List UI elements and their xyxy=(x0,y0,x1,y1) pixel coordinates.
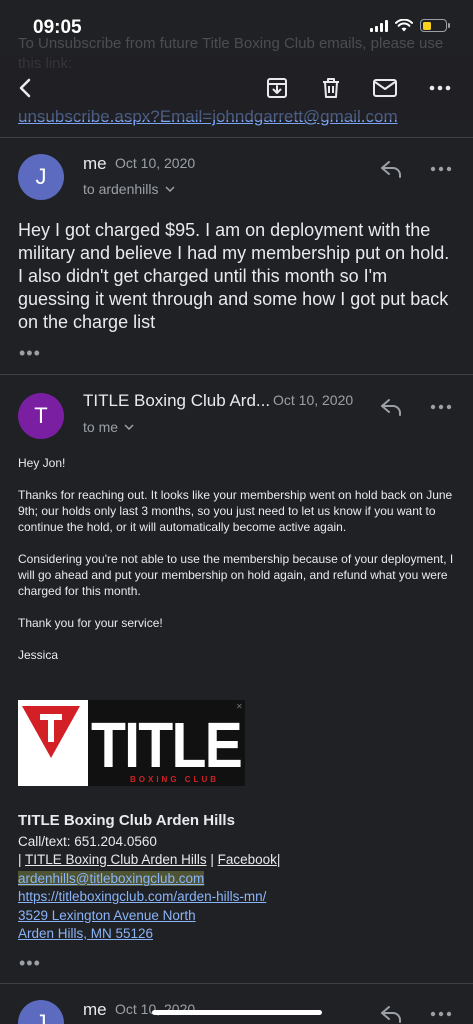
separator: | xyxy=(276,852,281,867)
club-link[interactable]: TITLE Boxing Club Arden Hills xyxy=(25,852,207,867)
reply-button[interactable] xyxy=(375,391,407,423)
avatar: J xyxy=(18,154,64,200)
signature-links: | TITLE Boxing Club Arden Hills | Facebo… xyxy=(18,851,458,870)
delete-button[interactable] xyxy=(315,72,347,104)
message-more-button[interactable] xyxy=(425,998,457,1024)
email-link[interactable]: ardenhills@titleboxingclub.com xyxy=(18,870,205,886)
more-vertical-icon xyxy=(429,85,451,91)
reply-button[interactable] xyxy=(375,998,407,1024)
message-date: Oct 10, 2020 xyxy=(115,155,196,171)
more-icon xyxy=(430,1011,452,1017)
status-time: 09:05 xyxy=(33,17,82,38)
back-arrow-icon xyxy=(19,78,31,98)
wifi-icon xyxy=(395,19,413,32)
message-more-button[interactable] xyxy=(425,153,457,185)
separator: | xyxy=(206,852,218,867)
message-more-button[interactable] xyxy=(425,391,457,423)
archive-icon xyxy=(267,78,287,98)
recipient-dropdown[interactable]: to ardenhills xyxy=(83,181,175,197)
battery-icon xyxy=(420,19,450,32)
reply-button[interactable] xyxy=(375,153,407,185)
sender-name: me xyxy=(83,154,107,173)
logo-wordmark: TITLE xyxy=(91,709,241,781)
reply-icon xyxy=(381,161,401,178)
show-quoted-button[interactable]: ••• xyxy=(19,953,41,974)
sender-name: me xyxy=(83,1000,107,1019)
message-date: Oct 10, 2020 xyxy=(273,392,354,408)
chevron-down-icon xyxy=(164,186,175,192)
message-body: Hey I got charged $95. I am on deploymen… xyxy=(18,220,450,332)
website-link[interactable]: https://titleboxingclub.com/arden-hills-… xyxy=(18,889,266,904)
recipient-label: to ardenhills xyxy=(83,181,159,197)
more-icon xyxy=(430,166,452,172)
reply-icon xyxy=(381,1006,401,1023)
divider xyxy=(0,374,473,375)
recipient-dropdown[interactable]: to me xyxy=(83,419,134,435)
trash-icon xyxy=(323,78,339,98)
mail-icon xyxy=(373,79,397,97)
paragraph: Considering you're not able to use the m… xyxy=(18,552,454,598)
chevron-down-icon xyxy=(124,424,134,430)
message-body: Hey Jon! Thanks for reaching out. It loo… xyxy=(18,455,458,679)
reply-icon xyxy=(381,399,401,416)
archive-button[interactable] xyxy=(261,72,293,104)
home-indicator xyxy=(152,1010,322,1015)
greeting: Hey Jon! xyxy=(18,456,66,470)
divider xyxy=(0,137,473,138)
recipient-label: to me xyxy=(83,419,119,435)
back-button[interactable] xyxy=(10,72,42,104)
signal-icon xyxy=(370,19,388,32)
divider xyxy=(0,983,473,984)
show-quoted-button[interactable]: ••• xyxy=(19,343,41,364)
facebook-link[interactable]: Facebook xyxy=(218,852,277,867)
address-link-line1[interactable]: 3529 Lexington Avenue North xyxy=(18,908,196,923)
signature-phone: Call/text: 651.204.0560 xyxy=(18,833,157,849)
signoff: Jessica xyxy=(18,648,59,662)
paragraph: Thanks for reaching out. It looks like y… xyxy=(18,488,453,534)
status-icons xyxy=(370,19,450,32)
mark-unread-button[interactable] xyxy=(369,72,401,104)
close-icon: ✕ xyxy=(236,702,243,711)
logo-subtitle: BOXING CLUB xyxy=(130,775,219,784)
sender-name: TITLE Boxing Club Ard... xyxy=(83,391,271,410)
avatar: T xyxy=(18,393,64,439)
address-link-line2[interactable]: Arden Hills, MN 55126 xyxy=(18,926,153,941)
paragraph: Thank you for your service! xyxy=(18,616,163,630)
signature: TITLE Boxing Club Arden Hills Call/text:… xyxy=(18,812,458,944)
separator: | xyxy=(18,852,26,867)
more-button[interactable] xyxy=(424,72,456,104)
title-boxing-logo: TITLE BOXING CLUB ✕ xyxy=(18,700,245,786)
signature-name: TITLE Boxing Club Arden Hills xyxy=(18,812,235,829)
status-bar: 09:05 xyxy=(0,0,473,56)
toolbar xyxy=(0,56,473,120)
avatar: J xyxy=(18,1000,64,1024)
more-icon xyxy=(430,404,452,410)
